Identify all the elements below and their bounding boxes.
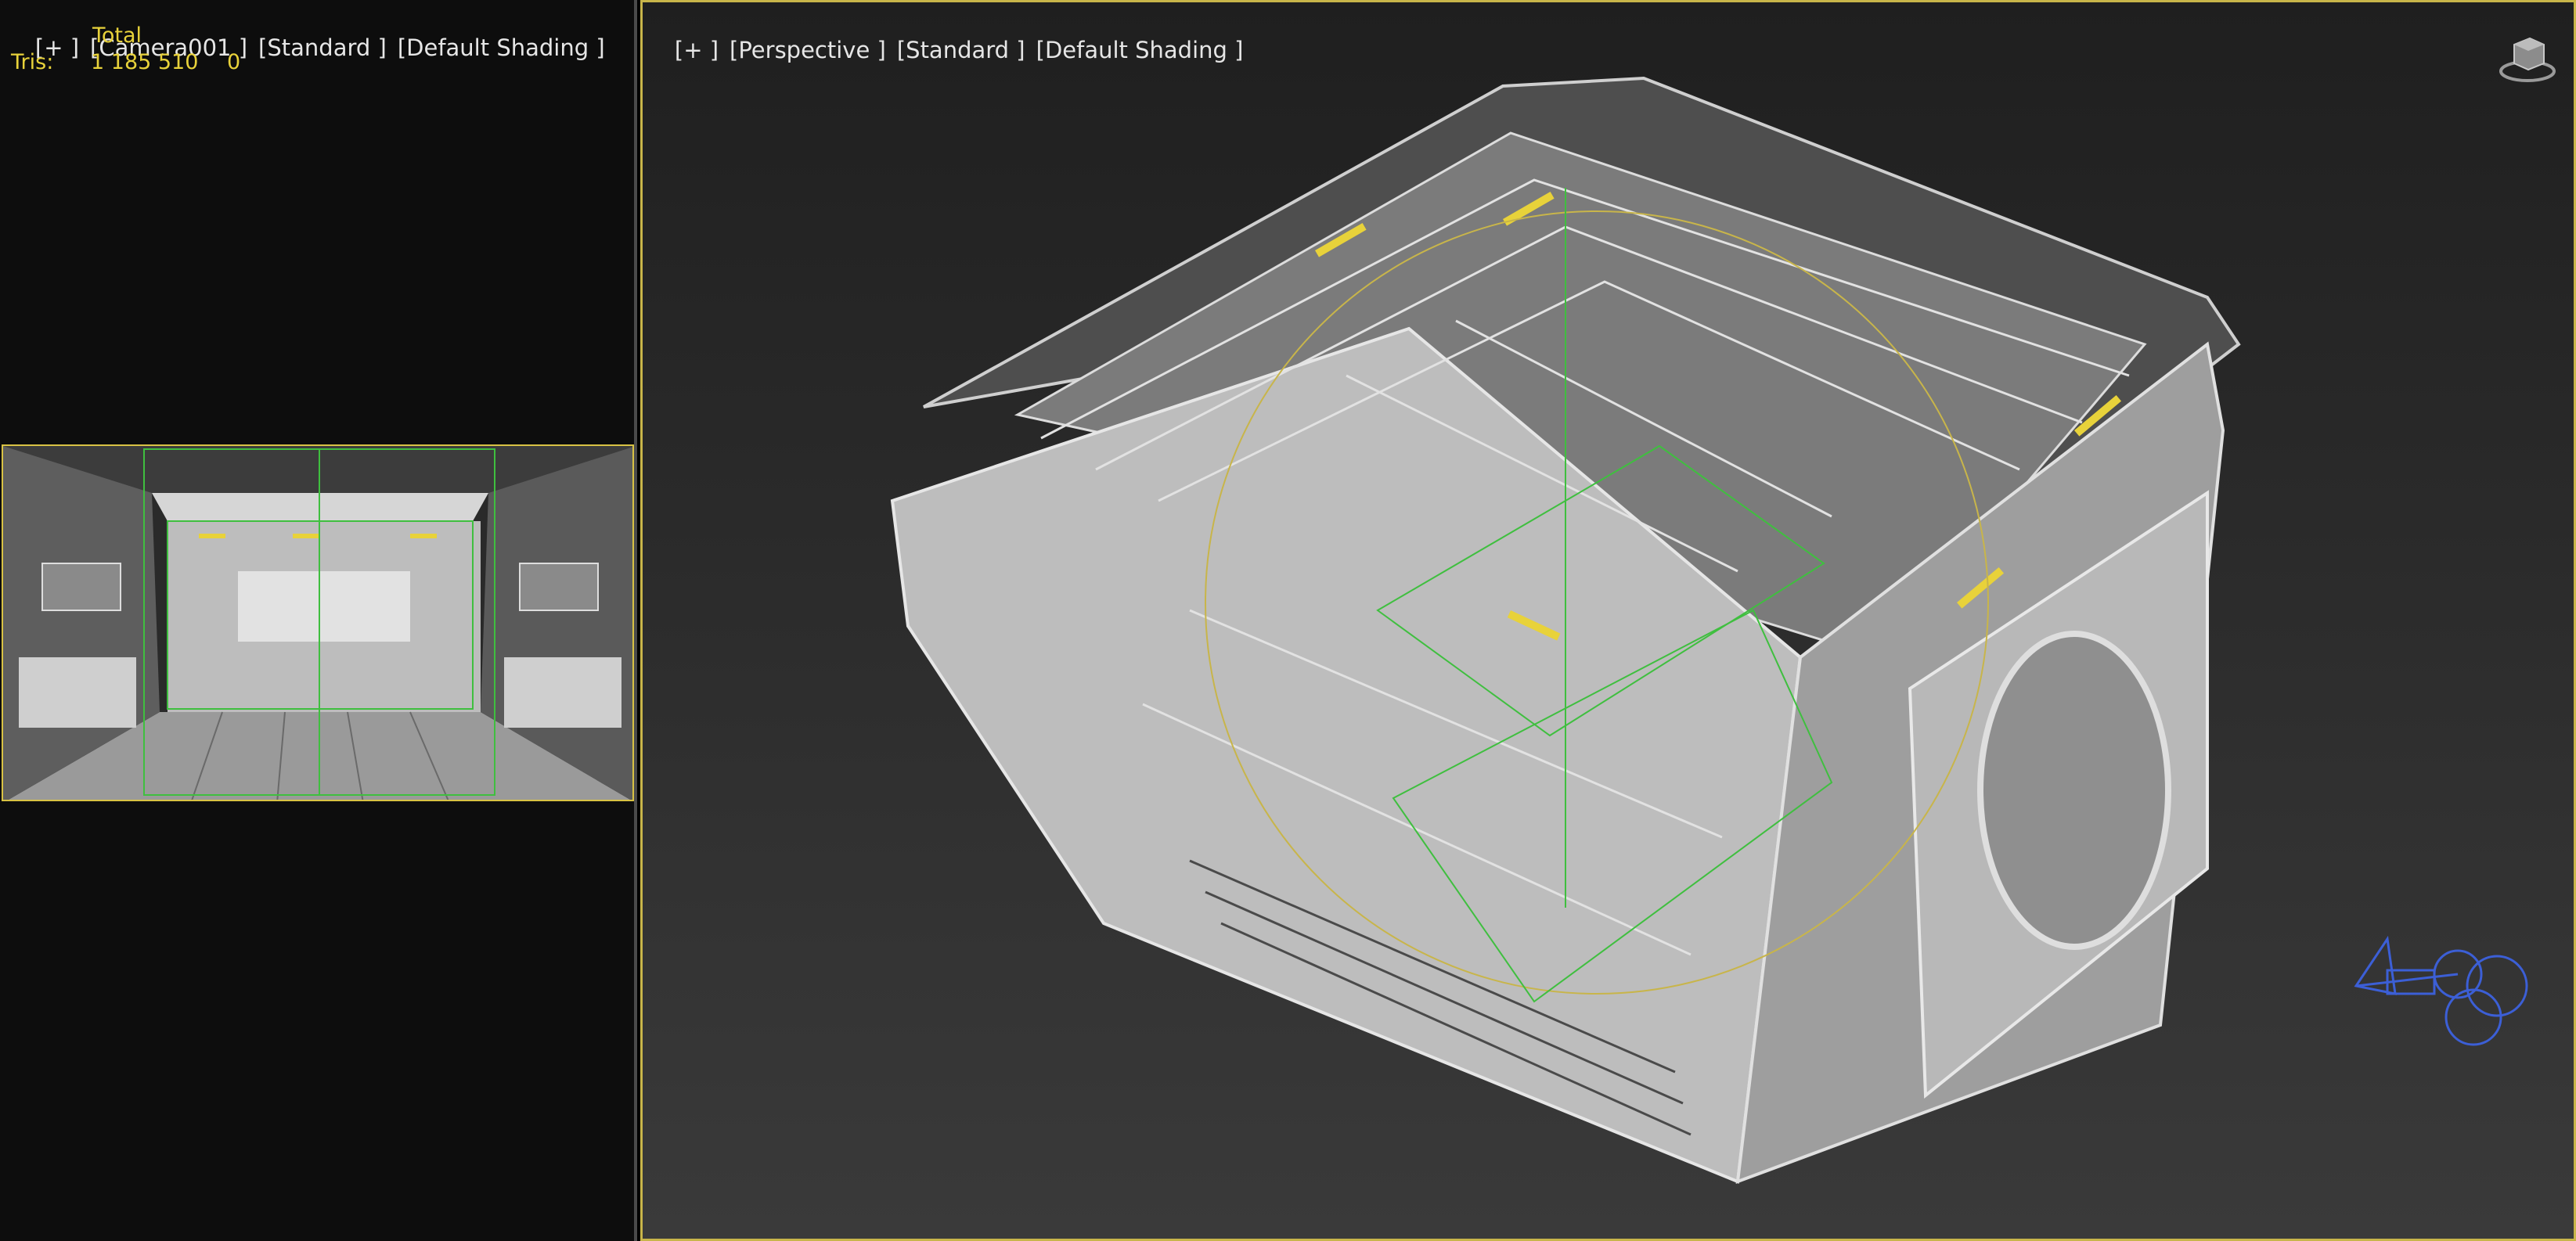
statistics-overlay: Total Tris: 1 185 510 0 <box>11 23 241 74</box>
stats-tris-selected: 0 <box>227 50 241 74</box>
stats-tris-total: 1 185 510 <box>91 50 199 74</box>
viewport-standard-menu[interactable]: [Standard ] <box>258 34 387 61</box>
stats-tris-label: Tris: <box>11 50 54 74</box>
stats-total-header: Total <box>92 23 142 48</box>
camera-viewport[interactable]: [+ ] [Camera001 ] [Standard ] [Default Shad… <box>0 0 637 1241</box>
viewport-shading-menu[interactable]: [Default Shading ] <box>1036 37 1244 63</box>
viewport-shading-menu[interactable]: [Default Shading ] <box>398 34 605 61</box>
camera-gizmo-icon[interactable] <box>2340 931 2544 1056</box>
viewport-standard-menu[interactable]: [Standard ] <box>897 37 1025 63</box>
station-module-model[interactable] <box>861 63 2270 1205</box>
camera-viewport-label: [+ ] [Camera001 ] [Standard ] [Default Shad… <box>6 8 616 88</box>
viewport-menu-plus[interactable]: [+ ] <box>675 37 719 63</box>
camera-interior-view <box>3 446 632 800</box>
viewcube-icon[interactable] <box>2497 31 2558 85</box>
camera-render-frame[interactable] <box>2 444 634 801</box>
viewport-perspective-menu[interactable]: [Perspective ] <box>730 37 886 63</box>
model-door-hatch <box>1977 631 2171 950</box>
